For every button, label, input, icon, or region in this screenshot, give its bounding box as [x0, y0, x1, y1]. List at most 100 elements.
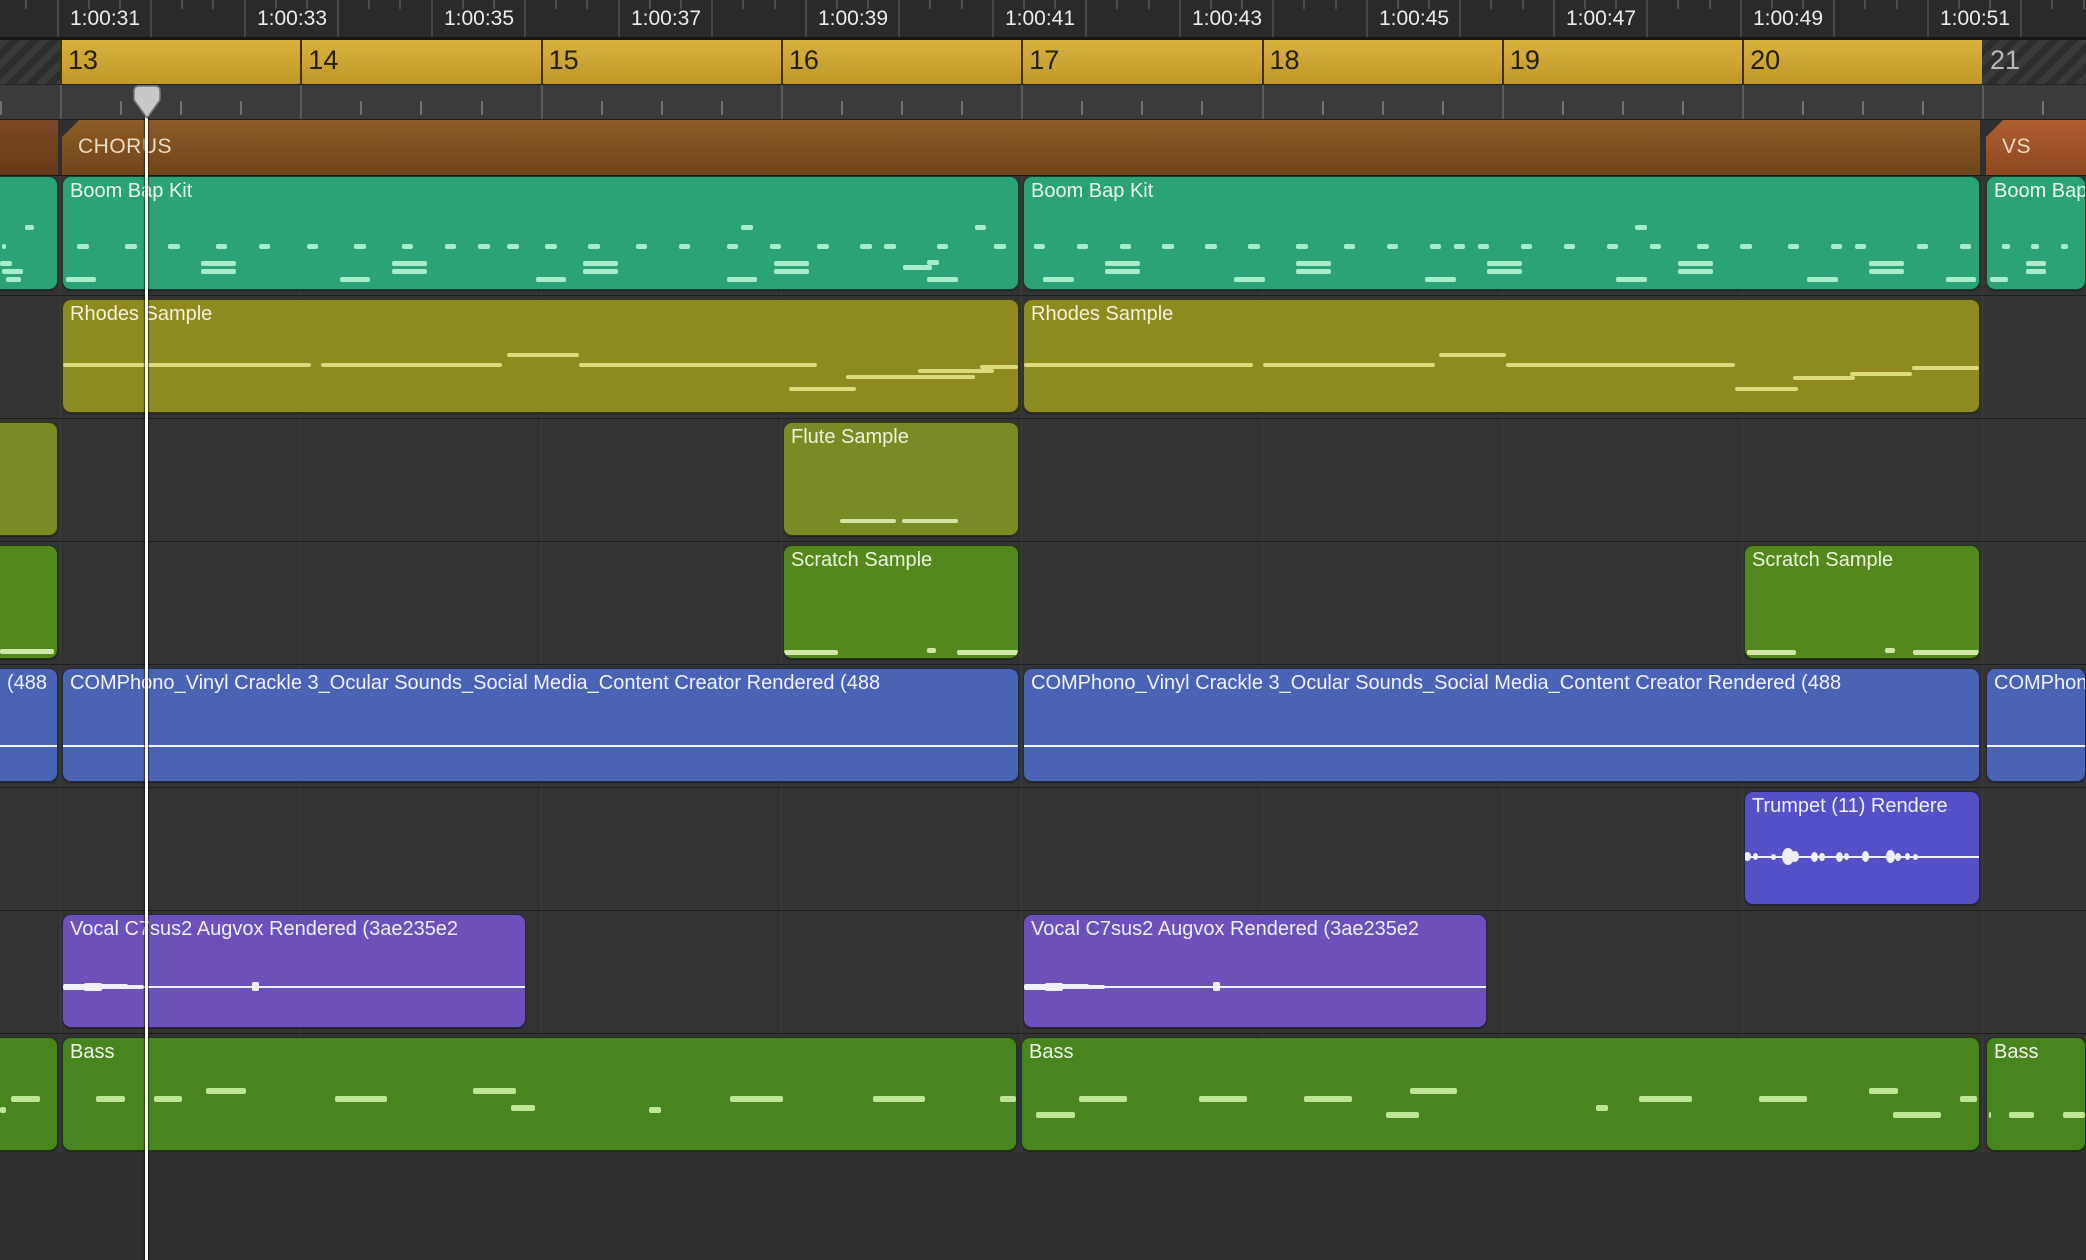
- bar-number-overflow: 21: [1990, 45, 2020, 76]
- midi-note: [873, 1096, 925, 1102]
- region-comphono-vinyl-crackle-3-ocu[interactable]: (488: [0, 668, 58, 782]
- midi-note: [727, 277, 758, 282]
- bar-ruler[interactable]: 1314151617181920 21: [0, 40, 2086, 84]
- midi-note: [2, 269, 23, 274]
- ruler-second-tick: [1833, 0, 1835, 40]
- midi-note: [1296, 261, 1330, 266]
- midi-note: [0, 649, 54, 654]
- bar-number-cell: 15: [541, 40, 781, 84]
- region-rhodes-sample[interactable]: Rhodes Sample: [62, 299, 1019, 413]
- playhead-line[interactable]: [145, 116, 148, 1260]
- region-bass[interactable]: Bass: [62, 1037, 1017, 1151]
- region-boom-bap-kit[interactable]: Boom Bap Kit: [62, 176, 1019, 290]
- midi-note: [1960, 244, 1971, 249]
- beat-tick: [1201, 101, 1203, 115]
- marker-chorus-label: CHORUS: [78, 135, 172, 159]
- bar-number: 20: [1750, 45, 1780, 76]
- midi-note: [2026, 261, 2046, 266]
- waveform-peak: [1744, 852, 1750, 861]
- ruler-minor-tick: [212, 0, 214, 9]
- marker-vs-label: VS: [2002, 135, 2031, 159]
- region-boom-bap-kit[interactable]: [0, 176, 58, 290]
- time-ruler[interactable]: 1:00:311:00:331:00:351:00:371:00:391:00:…: [0, 0, 2086, 40]
- waveform-peak: [1836, 852, 1843, 862]
- beat-tick: [1562, 101, 1564, 115]
- midi-note: [11, 1096, 39, 1102]
- waveform-peak: [1753, 853, 1758, 860]
- ruler-time-label: 1:00:35: [444, 7, 514, 31]
- bar-line-tick: [1262, 85, 1264, 120]
- region-vocal-c7sus2-augvox-rendered[interactable]: Vocal C7sus2 Augvox Rendered (3ae235e2: [62, 914, 526, 1028]
- beat-tick: [1322, 101, 1324, 115]
- marker-vs[interactable]: VS: [1986, 120, 2086, 175]
- region-label: Bass: [1029, 1041, 1073, 1064]
- ruler-minor-tick: [2083, 0, 2085, 9]
- ruler-minor-tick: [1490, 0, 1492, 9]
- ruler-second-tick: [1553, 0, 1555, 40]
- region-label: Trumpet (11) Rendere: [1752, 795, 1948, 818]
- region-comphono-vinyl-crackle-3-ocu[interactable]: COMPhono_Vinyl Crackle 3_Ocular Sounds_S…: [1023, 668, 1980, 782]
- midi-note: [201, 269, 235, 274]
- bar-number: 13: [68, 45, 98, 76]
- region-flute-sample[interactable]: [0, 422, 58, 536]
- midi-note: [649, 1107, 660, 1113]
- midi-note: [1596, 1105, 1607, 1111]
- region-rhodes-sample[interactable]: Rhodes Sample: [1023, 299, 1980, 413]
- beat-tick: [420, 101, 422, 115]
- region-scratch-sample[interactable]: Scratch Sample: [783, 545, 1019, 659]
- region-label: Boom Bap Kit: [1031, 180, 1153, 203]
- midi-note: [307, 244, 318, 249]
- midi-note: [511, 1105, 535, 1111]
- beat-tick-row[interactable]: [0, 84, 2086, 120]
- ruler-second-tick: [244, 0, 246, 40]
- marker-chorus[interactable]: CHORUS: [62, 120, 1980, 175]
- ruler-minor-tick: [555, 0, 557, 9]
- region-label: (488: [7, 672, 47, 695]
- midi-note: [730, 1096, 782, 1102]
- region-bass[interactable]: Bass: [1021, 1037, 1980, 1151]
- beat-tick: [2042, 101, 2044, 115]
- midi-note: [1807, 277, 1838, 282]
- playhead-pin[interactable]: [133, 85, 161, 119]
- midi-note: [927, 648, 936, 653]
- region-bass[interactable]: [0, 1037, 58, 1151]
- midi-note: [980, 365, 1018, 369]
- region-boom-bap-kit[interactable]: Boom Bap Kit: [1023, 176, 1980, 290]
- midi-note: [770, 244, 781, 249]
- region-trumpet-11-rendere[interactable]: Trumpet (11) Rendere: [1744, 791, 1980, 905]
- bar-line-tick: [1982, 85, 1984, 120]
- bar-number-cell: 13: [60, 40, 300, 84]
- midi-note: [1454, 244, 1465, 249]
- midi-note: [1521, 244, 1532, 249]
- midi-note: [1439, 353, 1506, 357]
- region-label: Flute Sample: [791, 426, 909, 449]
- waveform-peak: [1811, 852, 1818, 862]
- beat-tick: [901, 101, 903, 115]
- region-scratch-sample[interactable]: Scratch Sample: [1744, 545, 1980, 659]
- track-row-separator: [0, 1033, 2086, 1034]
- region-comphono-vinyl-crackle-3-ocu[interactable]: COMPhono_Vinyl Crackle 3_Ocular Sounds_S…: [62, 668, 1019, 782]
- midi-note: [1831, 244, 1842, 249]
- track-row-separator: [0, 910, 2086, 911]
- midi-note: [1607, 244, 1618, 249]
- midi-note: [1043, 277, 1074, 282]
- waveform-fuzz: [1086, 985, 1104, 989]
- region-vocal-c7sus2-augvox-rendered[interactable]: Vocal C7sus2 Augvox Rendered (3ae235e2: [1023, 914, 1487, 1028]
- marker-previous[interactable]: [0, 120, 58, 175]
- midi-note: [2063, 1112, 2085, 1118]
- region-bass[interactable]: Bass: [1986, 1037, 2086, 1151]
- region-scratch-sample[interactable]: [0, 545, 58, 659]
- midi-note: [1506, 363, 1735, 367]
- ruler-minor-tick: [1303, 0, 1305, 9]
- midi-note: [774, 261, 808, 266]
- midi-note: [927, 260, 938, 265]
- region-comphono-vinyl-crackle-3-ocu[interactable]: COMPhono_Vinyl Crackle 3_Ocular Sounds_S…: [1986, 668, 2086, 782]
- ruler-minor-tick: [1116, 0, 1118, 9]
- region-boom-bap-kit[interactable]: Boom Bap Kit: [1986, 176, 2086, 290]
- region-flute-sample[interactable]: Flute Sample: [783, 422, 1019, 536]
- ruler-time-label: 1:00:33: [257, 7, 327, 31]
- ruler-time-label: 1:00:45: [1379, 7, 1449, 31]
- region-label: COMPhono_Vinyl Crackle 3_Ocular Sounds_S…: [1031, 672, 1841, 695]
- midi-note: [445, 244, 456, 249]
- beat-tick: [0, 101, 2, 115]
